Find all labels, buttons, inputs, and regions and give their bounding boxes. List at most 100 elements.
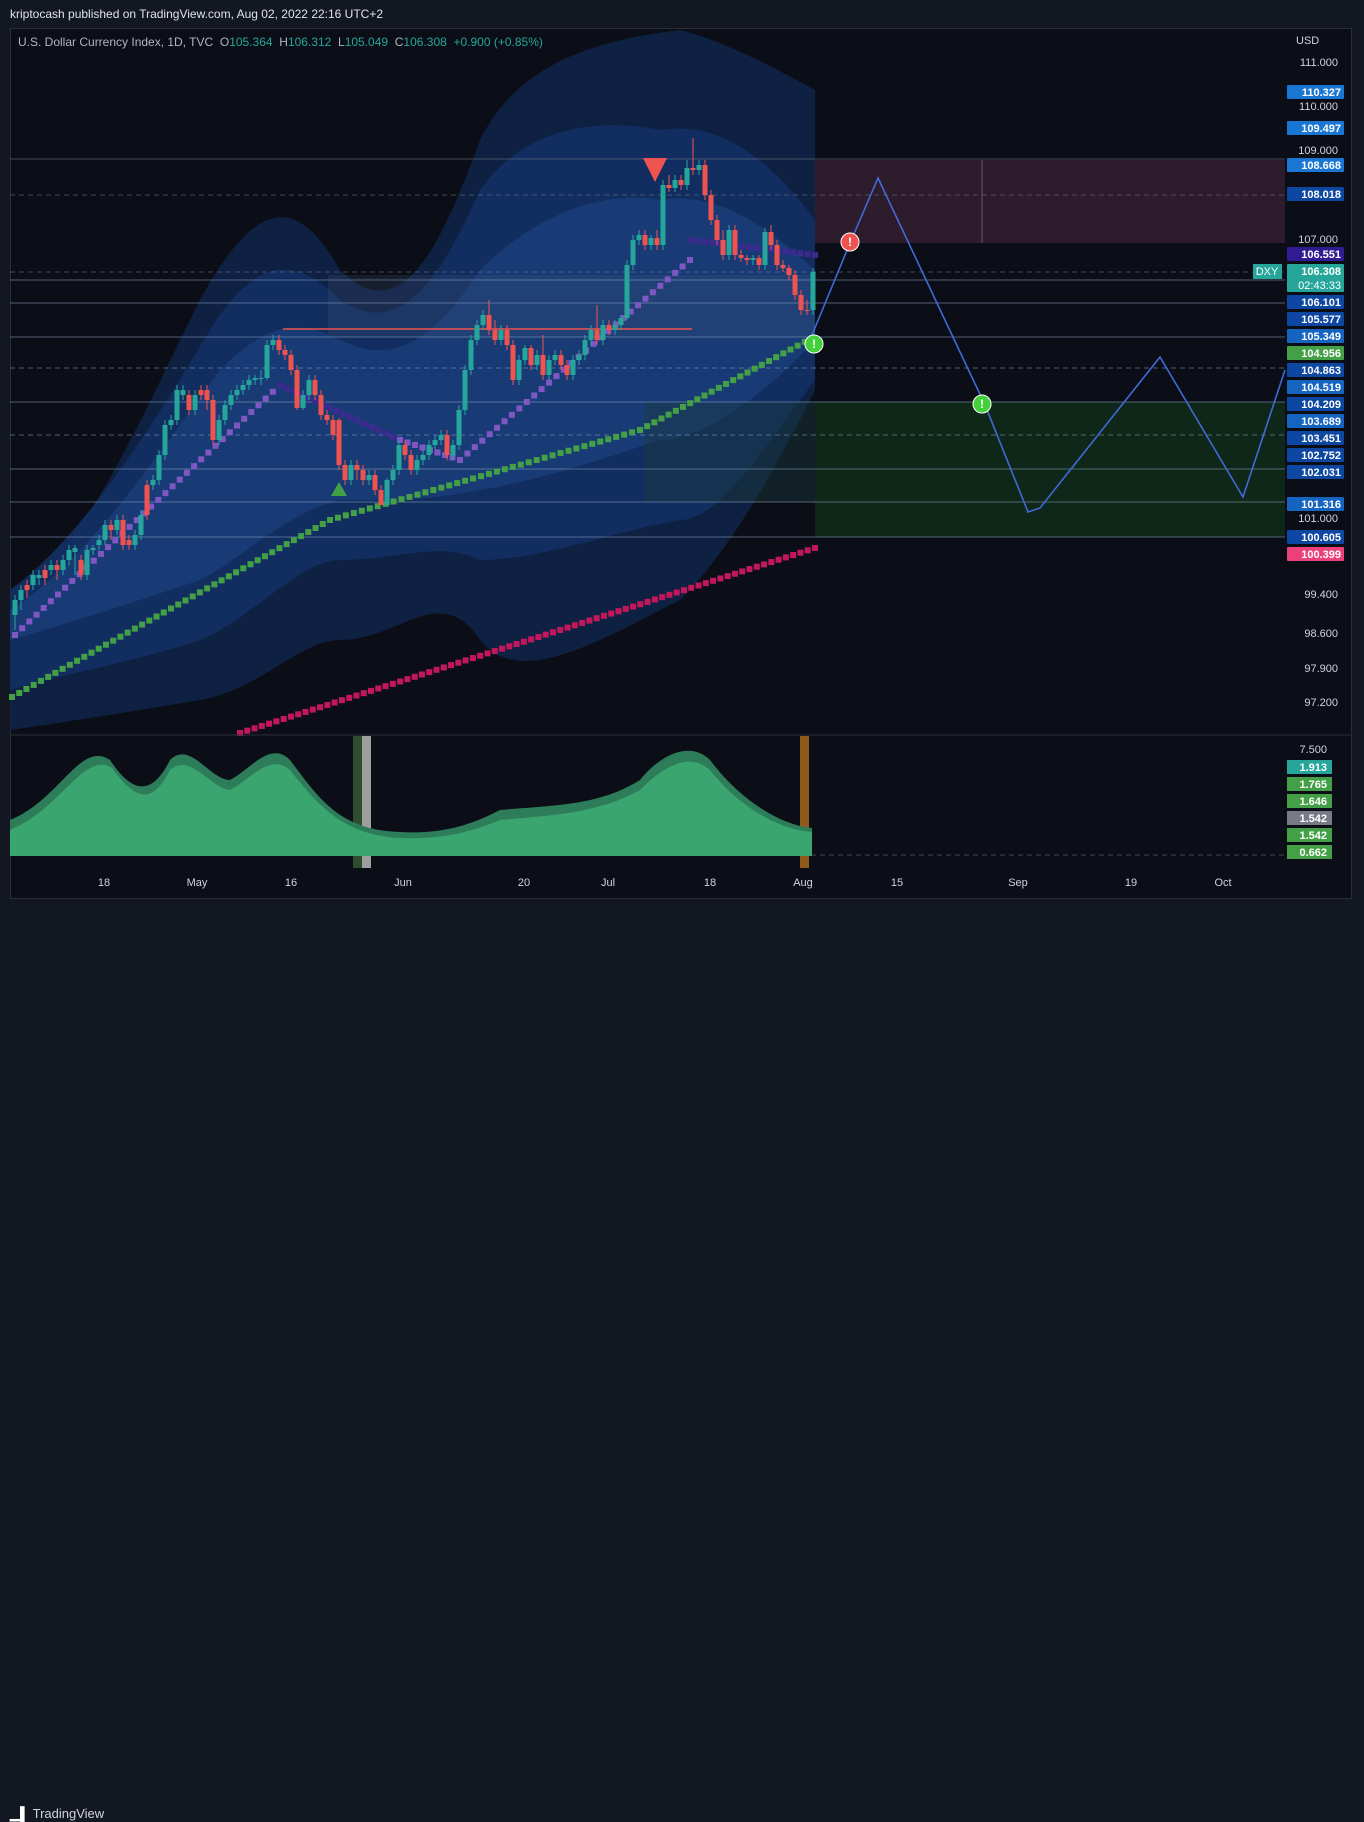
ma-dot-pink (666, 591, 673, 598)
time-axis: 18 May 16 Jun 20 Jul 18 Aug 15 Sep 19 Oct (98, 877, 1232, 889)
ma-dot-green (715, 384, 722, 391)
ma-dot-pink (418, 671, 425, 678)
ma-dot-pink (528, 636, 535, 643)
price-tick-label: 107.000 (1298, 234, 1338, 246)
support-zone (815, 402, 1285, 537)
ma-dot-purple (162, 490, 169, 497)
ma-dot-green (651, 419, 658, 426)
ma-dot-green (9, 694, 15, 700)
ma-dot-pink (680, 587, 687, 594)
candle-body (402, 445, 408, 455)
ma-dot-purple (54, 591, 61, 598)
candle-body (306, 380, 312, 395)
candle-body (522, 348, 528, 360)
ma-dot-green (454, 480, 461, 487)
candle-body (660, 185, 666, 245)
ma-dot-green (446, 482, 453, 489)
ma-dot-pink (520, 638, 527, 645)
ma-dot-pink (688, 584, 695, 591)
ma-dot-pink (615, 608, 622, 615)
ma-dot-pink (542, 631, 549, 638)
ma-dot-green (290, 537, 297, 544)
candle-body (450, 445, 456, 455)
candle-body (516, 360, 522, 380)
ma-dot-green (665, 411, 672, 418)
candle-body (432, 440, 438, 445)
candle-body (474, 325, 480, 340)
resistance-zone (815, 160, 1285, 243)
candle-body (690, 168, 696, 170)
time-tick-label: Aug (793, 877, 813, 889)
time-tick-label: Jun (394, 877, 412, 889)
candle-body (366, 475, 372, 480)
ma-dot-pink (251, 725, 258, 732)
ma-dot-purple (26, 618, 33, 625)
candle-body (192, 395, 198, 410)
candle-body (174, 390, 180, 420)
ma-dot-green (462, 477, 469, 484)
candle-body (696, 165, 702, 170)
ma-dot-green (565, 447, 572, 454)
candle-body (414, 460, 420, 470)
price-badge-label: 101.316 (1301, 499, 1341, 511)
ma-dot-pink (775, 556, 782, 563)
candle-body (210, 400, 216, 440)
ma-dot-pink (673, 589, 680, 596)
candle-body (582, 340, 588, 355)
ma-dot-green (189, 593, 196, 600)
ma-dot-pink (702, 580, 709, 587)
time-tick-label: 19 (1125, 877, 1137, 889)
candle-body (108, 525, 114, 530)
tradingview-logo[interactable]: ▁▌ TradingView (10, 1806, 104, 1822)
ma-dot-purple (464, 450, 471, 457)
ma-dot-green (261, 553, 268, 560)
ma-dot-green (30, 681, 37, 688)
candle-body (234, 390, 240, 395)
time-tick-label: Oct (1214, 877, 1231, 889)
candle-body (282, 350, 288, 355)
ma-dot-purple (62, 584, 69, 591)
ma-dot-green (358, 507, 365, 514)
ma-dot-purple (546, 379, 553, 386)
candle-body (792, 275, 798, 295)
candle-body (120, 520, 126, 545)
ma-dot-pink (586, 617, 593, 624)
candle-body (636, 235, 642, 240)
candle-body (126, 540, 132, 545)
ma-dot-purple (412, 442, 418, 448)
candle-body (720, 240, 726, 255)
ma-dot-indigo (277, 382, 283, 388)
ma-dot-green (218, 577, 225, 584)
chart-canvas[interactable]: !!! 111.000 110.000 109.000 107.000 101.000 99… (0, 0, 1364, 931)
ma-dot-pink (724, 573, 731, 580)
ma-dot-green (398, 496, 405, 503)
ma-dot-purple (649, 289, 656, 296)
ma-dot-green (66, 661, 73, 668)
ma-dot-green (168, 605, 174, 612)
ma-dot-pink (484, 650, 491, 657)
ma-dot-green (81, 653, 88, 660)
countdown-label: 02:43:33 (1298, 280, 1341, 292)
ma-dot-green (730, 377, 737, 384)
ma-dot-green (478, 473, 485, 480)
ma-dot-purple (269, 388, 276, 395)
price-tick-label: 110.000 (1299, 101, 1338, 113)
ma-dot-indigo (368, 424, 375, 431)
range-box (328, 275, 815, 337)
time-tick-label: Jul (601, 877, 615, 889)
ma-dot-green (780, 350, 787, 357)
candle-body (708, 195, 714, 220)
ma-dot-indigo (709, 239, 716, 246)
ma-dot-indigo (738, 243, 745, 250)
candle-body (498, 330, 504, 340)
ma-dot-purple (19, 625, 26, 632)
candle-body (102, 525, 108, 540)
ma-dot-pink (579, 619, 586, 626)
price-tick-label: 98.600 (1304, 628, 1338, 640)
candle-body (426, 445, 432, 455)
candle-body (288, 355, 294, 370)
ma-dot-green (723, 381, 729, 387)
candle-body (570, 360, 576, 375)
candle-body (462, 370, 468, 410)
ma-dot-green (613, 433, 620, 440)
